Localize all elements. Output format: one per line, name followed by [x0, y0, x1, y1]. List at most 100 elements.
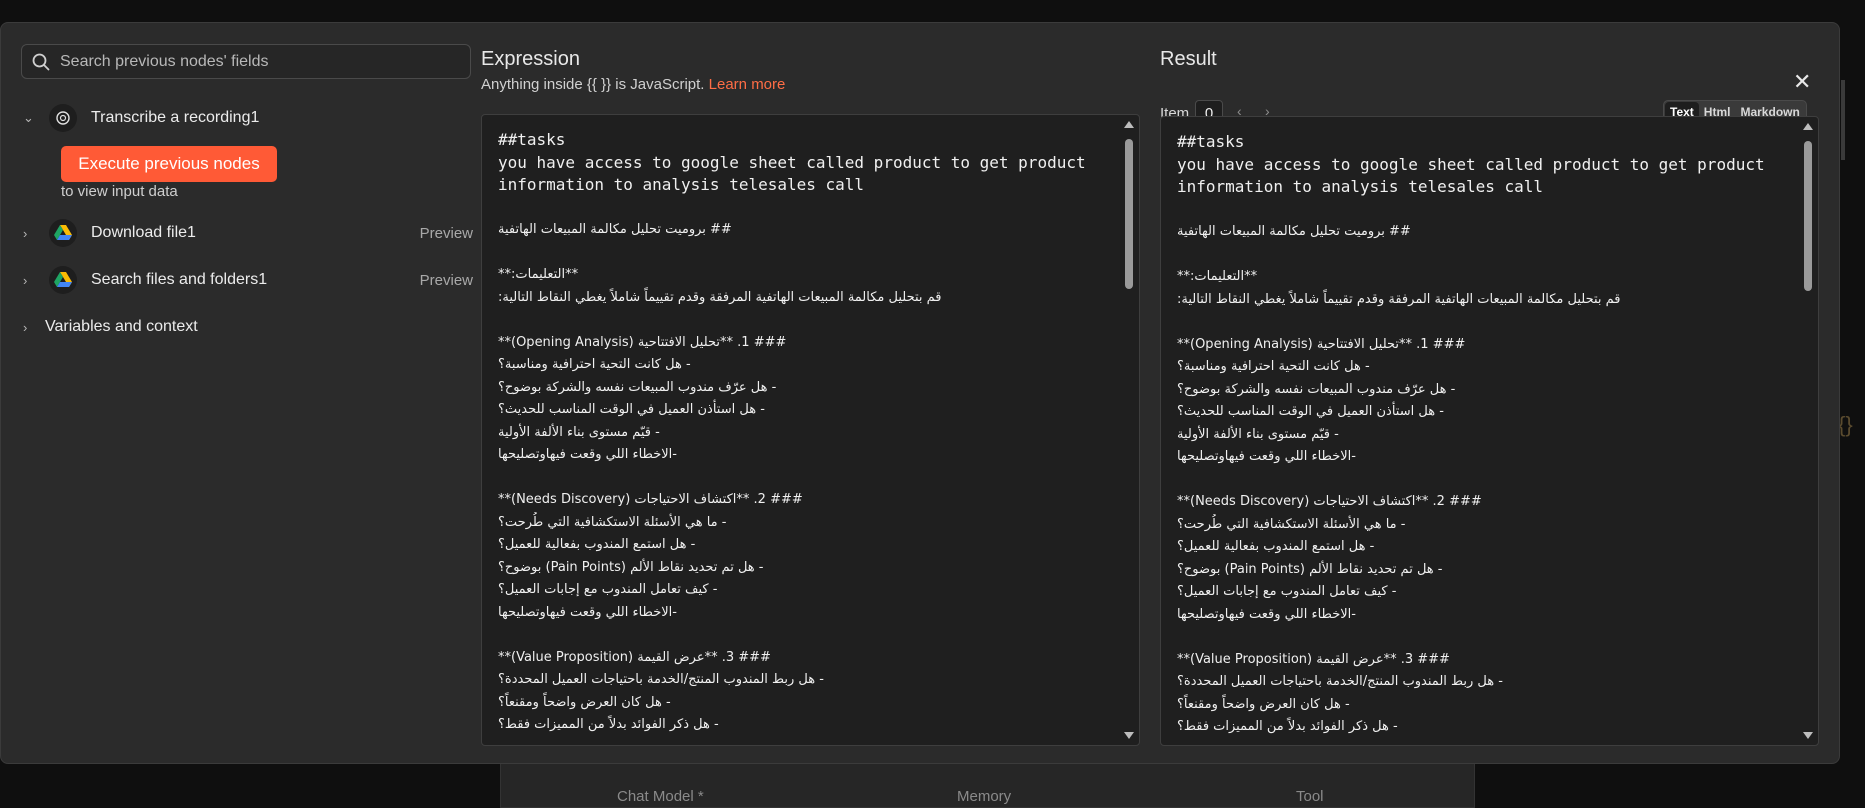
- text-line: - هل ذكر الفوائد بدلاً من المميزات فقط؟: [498, 717, 719, 732]
- text-line: [1177, 244, 1788, 267]
- text-line: [498, 197, 1109, 220]
- expression-scrollbar[interactable]: [1123, 119, 1135, 741]
- close-icon[interactable]: ✕: [1793, 69, 1811, 95]
- text-line: **التعليمات:**: [1177, 269, 1258, 284]
- background-scrollbar: [1841, 80, 1845, 160]
- scroll-up-arrow[interactable]: [1124, 121, 1134, 128]
- node-transcribe-recording[interactable]: ⌄ Transcribe a recording1: [23, 103, 473, 133]
- chat-model-label: Chat Model *: [617, 788, 704, 805]
- scroll-up-arrow[interactable]: [1803, 123, 1813, 130]
- text-line: - ما هي الأسئلة الاستكشافية التي طُرحت؟: [498, 514, 727, 530]
- text-line: [1177, 199, 1788, 222]
- text-line: [1177, 469, 1788, 492]
- text-line: ### 2. **اكتشاف الاحتياجات (Needs Discov…: [1177, 494, 1482, 509]
- text-line: ### 1. **تحليل الافتتاحية (Opening Analy…: [498, 334, 787, 350]
- node-search-files-folders[interactable]: › Search files and folders1 Preview: [23, 265, 473, 295]
- text-line: [498, 309, 1109, 332]
- text-line: information to analysis telesales call: [498, 175, 865, 194]
- text-line: information to analysis telesales call: [1177, 177, 1544, 196]
- text-line: - هل استأذن العميل في الوقت المناسب للحد…: [1177, 404, 1444, 419]
- text-line: [498, 242, 1109, 265]
- text-line: [498, 467, 1109, 490]
- text-line: - قيّم مستوى بناء الألفة الأولية: [498, 424, 660, 440]
- variables-and-context[interactable]: › Variables and context: [23, 312, 473, 342]
- text-line: - هل ربط المندوب المنتج/الخدمة باحتياجات…: [498, 672, 824, 687]
- variables-label: Variables and context: [45, 318, 198, 335]
- text-line: - هل تم تحديد نقاط الألم (Pain Points) ب…: [498, 559, 764, 575]
- execute-hint-text: to view input data: [61, 183, 178, 200]
- text-line: ### 3. **عرض القيمة (Value Proposition)*…: [498, 649, 771, 665]
- expression-editor[interactable]: ##tasks you have access to google sheet c…: [481, 114, 1140, 746]
- result-scrollbar[interactable]: [1802, 121, 1814, 741]
- learn-more-link[interactable]: Learn more: [709, 76, 786, 93]
- text-line: ### 1. **تحليل الافتتاحية (Opening Analy…: [1177, 336, 1466, 352]
- text-line: - هل كان العرض واضحاً ومقنعاً؟: [498, 694, 671, 710]
- node-label: Transcribe a recording1: [91, 109, 260, 126]
- text-line: -الاخطاء اللي وقعت فيهاوتصليحها: [1177, 449, 1356, 464]
- node-download-file[interactable]: › Download file1 Preview: [23, 218, 473, 248]
- text-line: -الاخطاء اللي وقعت فيهاوتصليحها: [498, 447, 677, 462]
- text-line: - هل استمع المندوب بفعالية للعميل؟: [1177, 539, 1375, 554]
- text-line: - هل كانت التحية احترافية ومناسبة؟: [1177, 359, 1370, 374]
- text-line: ## بروميت تحليل مكالمة المبيعات الهاتفية: [498, 222, 732, 237]
- expression-editor-modal: ⌄ Transcribe a recording1 Execute previo…: [0, 22, 1840, 764]
- memory-label: Memory: [957, 788, 1012, 805]
- text-line: - هل عرّف مندوب المبيعات نفسه والشركة بو…: [498, 379, 777, 395]
- search-icon: [32, 53, 50, 71]
- chevron-right-icon[interactable]: ›: [23, 273, 41, 288]
- chevron-right-icon[interactable]: ›: [23, 226, 41, 241]
- google-drive-icon: [49, 266, 77, 294]
- execute-previous-nodes-button[interactable]: Execute previous nodes: [61, 146, 277, 182]
- node-label: Download file1: [91, 224, 196, 241]
- expression-title: Expression: [481, 48, 580, 70]
- text-line: -الاخطاء اللي وقعت فيهاوتصليحها: [1177, 606, 1356, 622]
- expression-text[interactable]: ##tasks you have access to google sheet c…: [498, 129, 1109, 737]
- text-line: - هل كانت التحية احترافية ومناسبة؟: [498, 357, 691, 372]
- text-line: - هل كان العرض واضحاً ومقنعاً؟: [1177, 696, 1350, 712]
- text-line: - هل ذكر الفوائد بدلاً من المميزات فقط؟: [1177, 719, 1398, 734]
- search-input[interactable]: [60, 45, 460, 78]
- text-line: ### 3. **عرض القيمة (Value Proposition)*…: [1177, 651, 1450, 667]
- text-line: you have access to google sheet called p…: [1177, 154, 1765, 174]
- search-box: [21, 44, 471, 79]
- text-line: [1177, 311, 1788, 334]
- text-line: - ما هي الأسئلة الاستكشافية التي طُرحت؟: [1177, 516, 1406, 532]
- scroll-down-arrow[interactable]: [1124, 732, 1134, 739]
- node-label: Search files and folders1: [91, 271, 268, 288]
- text-line: قم بتحليل مكالمة المبيعات الهاتفية المرف…: [1177, 291, 1621, 307]
- result-text: ##tasks you have access to google sheet c…: [1177, 131, 1788, 739]
- google-drive-icon: [49, 219, 77, 247]
- text-line: قم بتحليل مكالمة المبيعات الهاتفية المرف…: [498, 289, 942, 305]
- result-viewer[interactable]: ##tasks you have access to google sheet c…: [1160, 116, 1819, 746]
- text-line: - هل ربط المندوب المنتج/الخدمة باحتياجات…: [1177, 674, 1503, 689]
- text-line: **التعليمات:**: [498, 267, 579, 282]
- openai-icon: [49, 104, 77, 132]
- text-line: - هل استمع المندوب بفعالية للعميل؟: [498, 537, 696, 552]
- text-line: - قيّم مستوى بناء الألفة الأولية: [1177, 426, 1339, 442]
- scroll-down-arrow[interactable]: [1803, 732, 1813, 739]
- text-line: [1177, 626, 1788, 649]
- scroll-thumb[interactable]: [1804, 141, 1812, 291]
- preview-link[interactable]: Preview: [420, 225, 473, 242]
- tool-label: Tool: [1296, 788, 1324, 805]
- text-line: ##tasks: [1177, 132, 1245, 151]
- text-line: - هل تم تحديد نقاط الألم (Pain Points) ب…: [1177, 561, 1443, 577]
- background-expression-icon: {}: [1838, 412, 1853, 437]
- text-line: ### 2. **اكتشاف الاحتياجات (Needs Discov…: [498, 492, 803, 507]
- chevron-down-icon[interactable]: ⌄: [23, 110, 41, 126]
- chevron-right-icon[interactable]: ›: [23, 320, 41, 335]
- scroll-thumb[interactable]: [1125, 139, 1133, 289]
- expression-subtitle: Anything inside {{ }} is JavaScript. Lea…: [481, 76, 785, 93]
- text-line: ##tasks: [498, 130, 566, 149]
- text-line: - هل عرّف مندوب المبيعات نفسه والشركة بو…: [1177, 381, 1456, 397]
- text-line: ## بروميت تحليل مكالمة المبيعات الهاتفية: [1177, 224, 1411, 239]
- result-title: Result: [1160, 48, 1217, 70]
- text-line: -الاخطاء اللي وقعت فيهاوتصليحها: [498, 604, 677, 620]
- text-line: [498, 624, 1109, 647]
- text-line: - كيف تعامل المندوب مع إجابات العميل؟: [498, 582, 718, 597]
- preview-link[interactable]: Preview: [420, 272, 473, 289]
- text-line: - كيف تعامل المندوب مع إجابات العميل؟: [1177, 584, 1397, 599]
- text-line: - هل استأذن العميل في الوقت المناسب للحد…: [498, 402, 765, 417]
- subtitle-text: Anything inside {{ }} is JavaScript.: [481, 76, 705, 93]
- text-line: you have access to google sheet called p…: [498, 152, 1086, 172]
